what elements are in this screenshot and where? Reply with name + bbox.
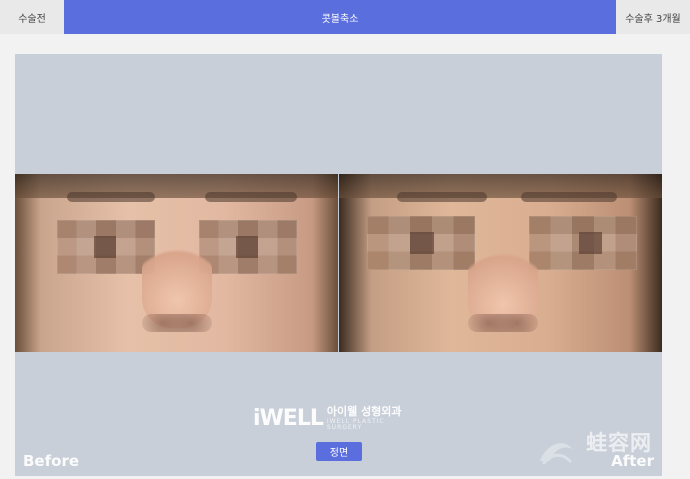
mosaic-dark-block xyxy=(410,232,434,254)
nostrils xyxy=(142,314,212,332)
watermark-icon xyxy=(540,443,572,465)
after-photo xyxy=(339,174,662,352)
mosaic-dark-block xyxy=(578,232,603,254)
mosaic-dark-block xyxy=(236,236,258,258)
right-brow xyxy=(521,192,617,202)
mosaic-dark-block xyxy=(94,236,116,258)
tab-bar: 수술전 콧볼축소 수술후 3개월 xyxy=(0,0,690,34)
front-view-button-label: 정면 xyxy=(329,448,349,459)
tab-procedure-label: 콧볼축소 xyxy=(321,13,359,25)
right-brow xyxy=(205,192,297,202)
clinic-logo: iWELL 아이웰 성형외과 IWELL PLASTIC SURGERY xyxy=(253,405,413,431)
tab-after-3-months-label: 수술후 3개월 xyxy=(625,13,681,25)
watermark-text: 蛙容网 xyxy=(586,431,652,455)
nostrils xyxy=(468,314,538,332)
before-label: Before xyxy=(23,452,80,470)
logo-english: IWELL PLASTIC SURGERY xyxy=(326,417,385,431)
privacy-mosaic-right xyxy=(529,216,637,270)
tab-after-3-months[interactable]: 수술후 3개월 xyxy=(616,0,690,34)
privacy-mosaic-right xyxy=(199,220,297,274)
privacy-mosaic-left xyxy=(367,216,475,270)
site-watermark: 蛙容网 xyxy=(530,421,690,479)
logo-mark: iWELL xyxy=(253,405,324,431)
front-view-button[interactable]: 정면 xyxy=(316,442,362,461)
tab-procedure[interactable]: 콧볼축소 xyxy=(64,0,616,34)
before-photo xyxy=(15,174,338,352)
left-brow xyxy=(397,192,487,202)
logo-korean: 아이웰 성형외과 xyxy=(326,404,402,418)
logo-text: 아이웰 성형외과 IWELL PLASTIC SURGERY xyxy=(327,406,413,431)
tab-before-surgery-label: 수술전 xyxy=(18,13,46,25)
tab-before-surgery[interactable]: 수술전 xyxy=(0,0,64,34)
privacy-mosaic-left xyxy=(57,220,155,274)
left-brow xyxy=(67,192,155,202)
